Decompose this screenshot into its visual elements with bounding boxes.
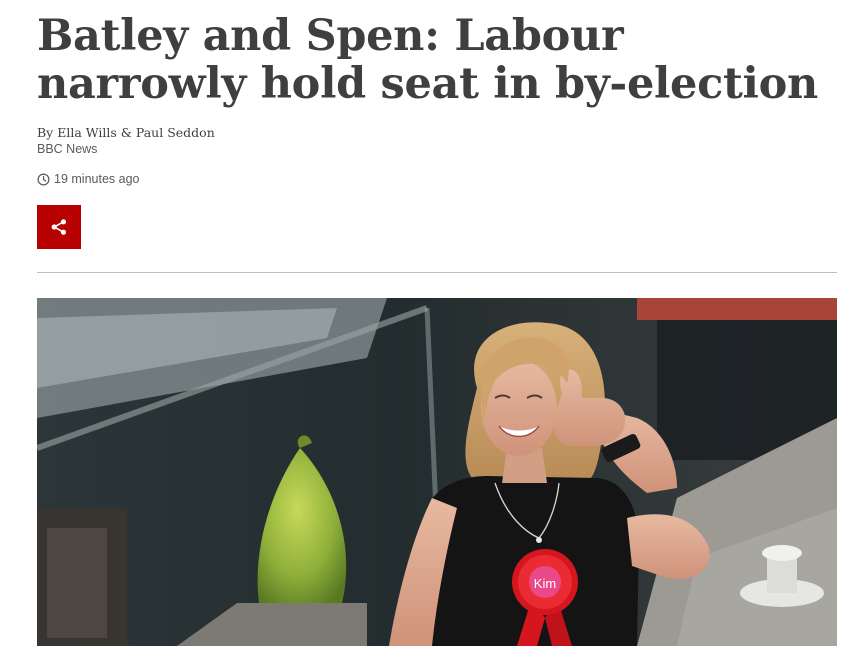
share-button[interactable]	[37, 205, 81, 249]
article-headline: Batley and Spen: Labour narrowly hold se…	[37, 11, 818, 109]
article-source: BBC News	[37, 142, 98, 156]
article-byline: By Ella Wills & Paul Seddon	[37, 125, 215, 140]
article-photo: Kim	[37, 298, 837, 646]
clock-icon	[37, 173, 50, 185]
rosette-text: Kim	[534, 576, 556, 591]
share-icon	[51, 219, 67, 235]
article-divider	[37, 272, 837, 273]
article-timestamp: 19 minutes ago	[37, 172, 139, 186]
timestamp-text: 19 minutes ago	[54, 172, 140, 186]
